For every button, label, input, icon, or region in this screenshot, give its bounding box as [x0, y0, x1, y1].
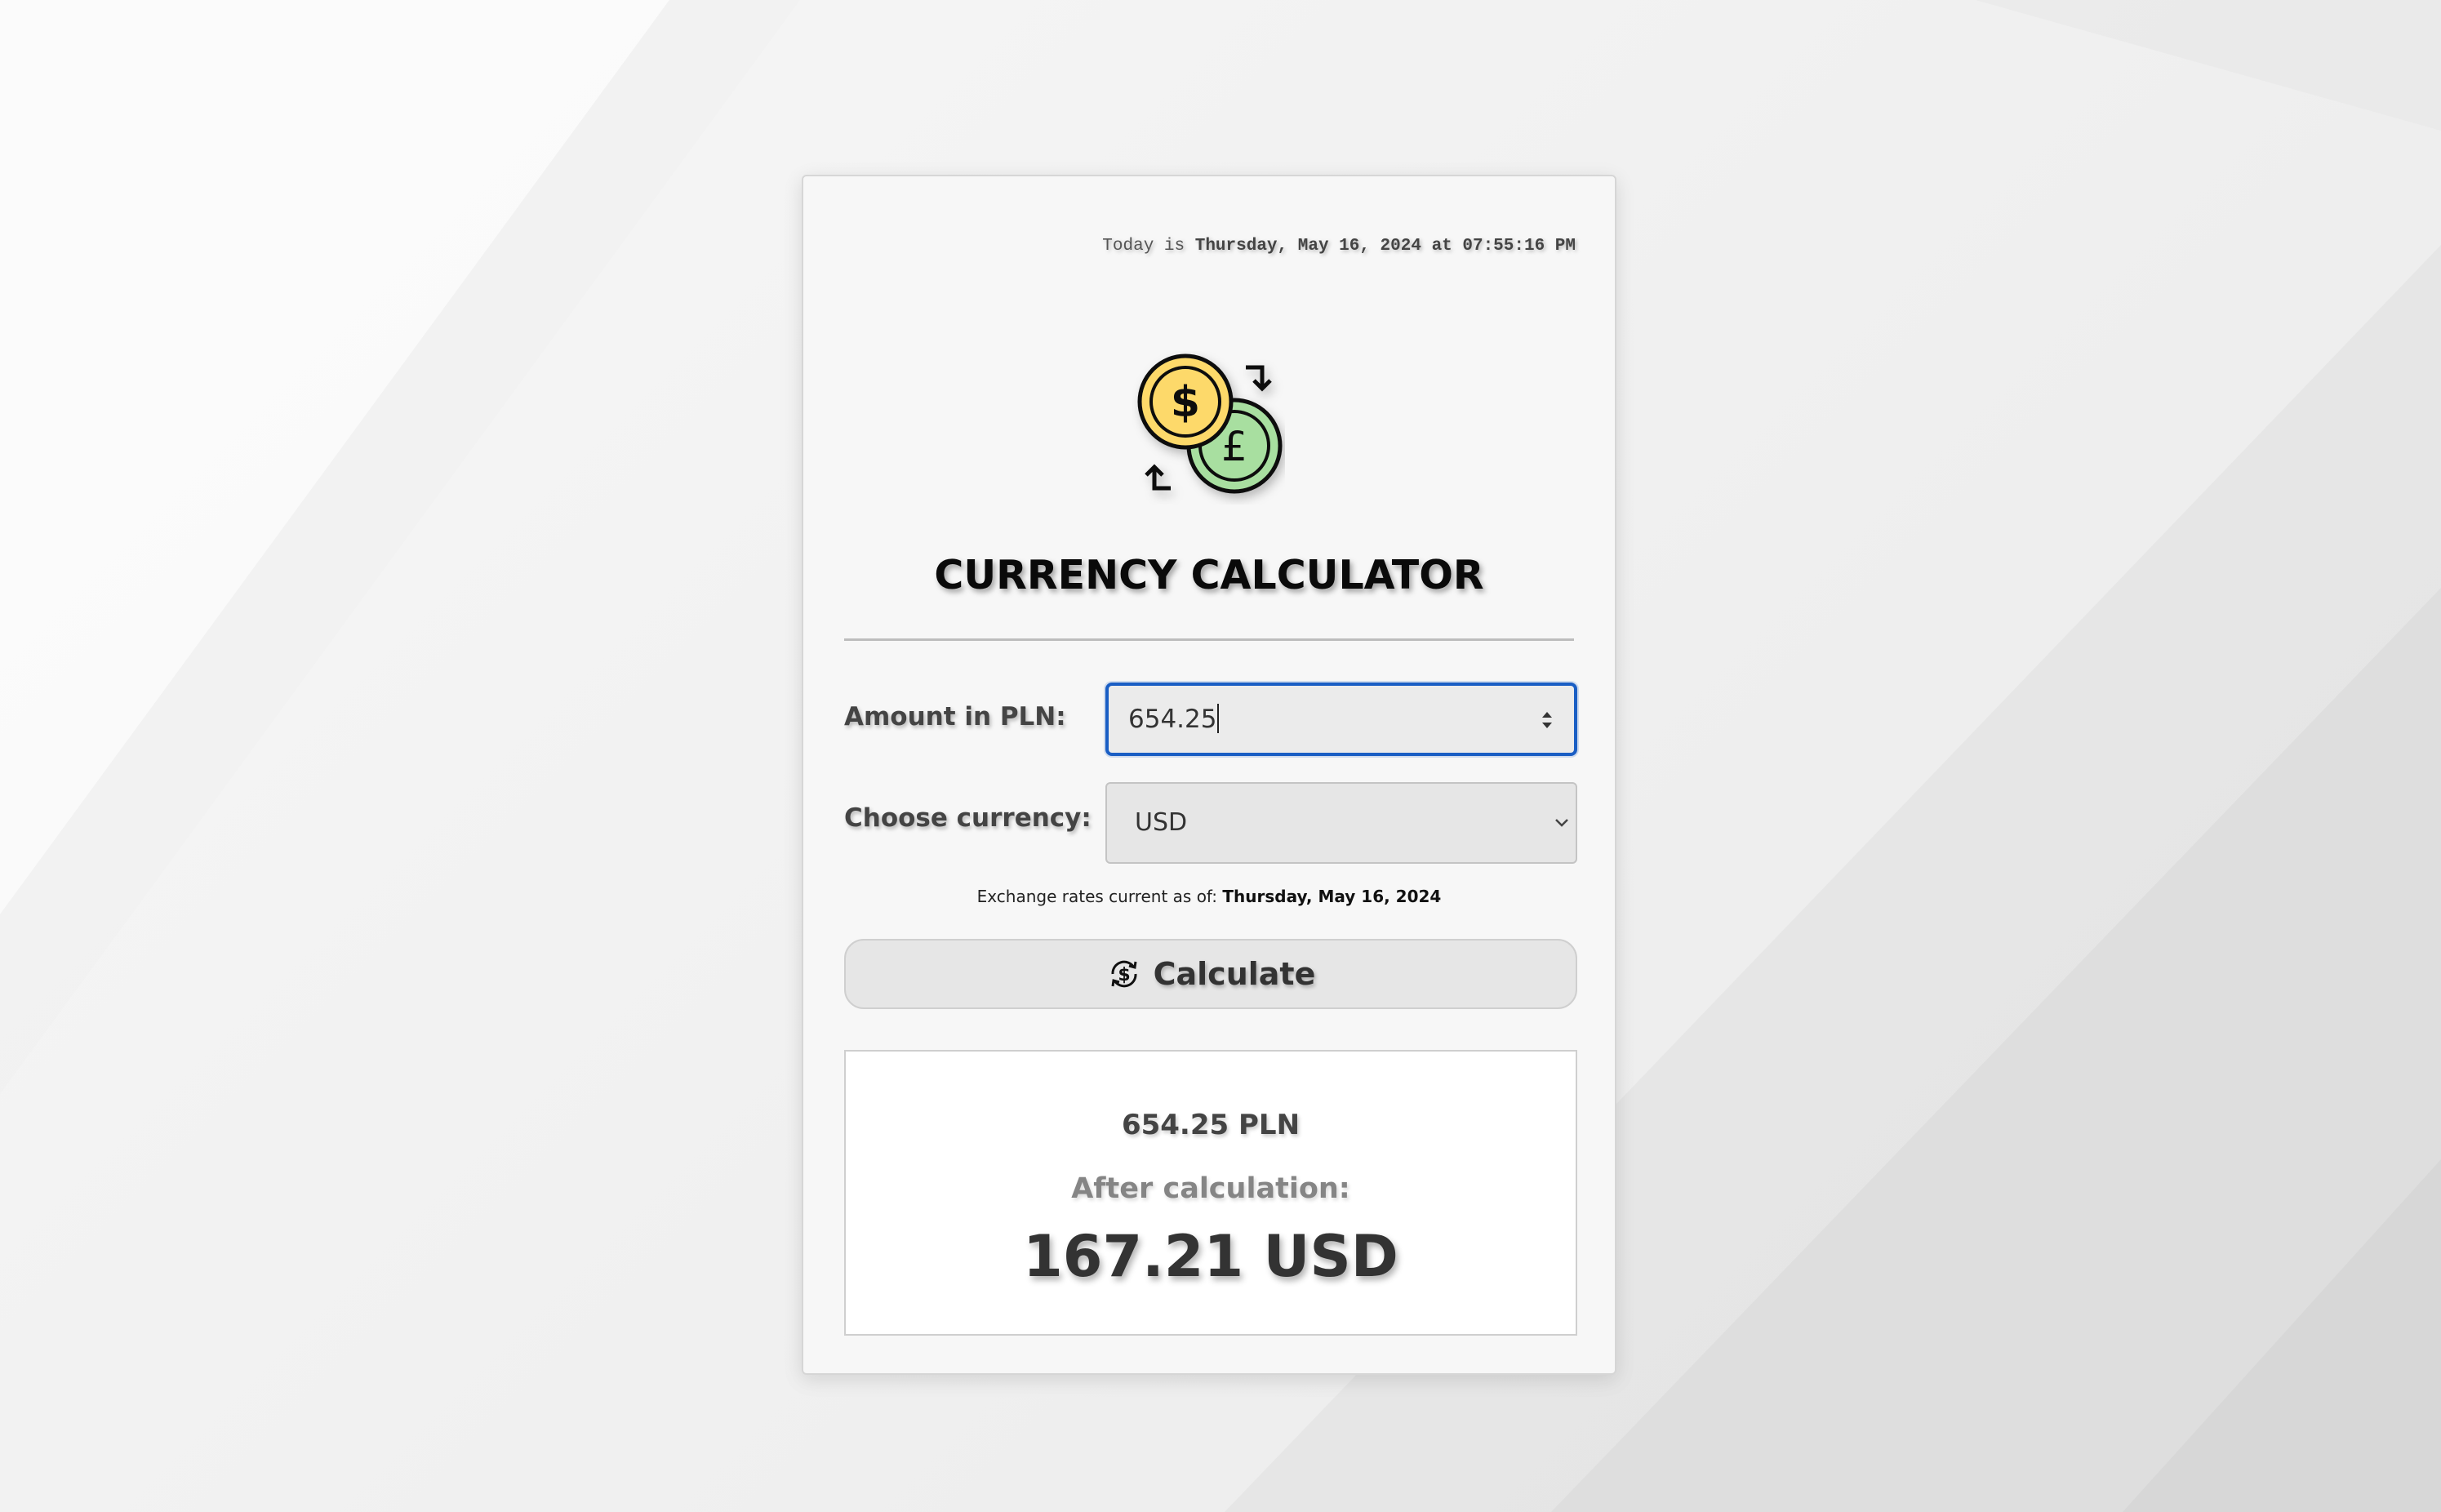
page-title: CURRENCY CALCULATOR: [934, 552, 1484, 598]
result-input-amount: 654.25 PLN: [1121, 1109, 1301, 1141]
date-value: Thursday, May 16, 2024 at 07:55:16 PM: [1194, 237, 1576, 256]
number-stepper-icon[interactable]: [1538, 707, 1556, 733]
result-panel: 654.25 PLN After calculation: 167.21 USD: [844, 1050, 1577, 1336]
date-prefix: Today is: [1102, 237, 1185, 256]
svg-text:£: £: [1221, 423, 1247, 470]
calculate-button-label: Calculate: [1153, 956, 1316, 992]
currency-selected-value: USD: [1135, 808, 1188, 837]
svg-text:$: $: [1171, 378, 1200, 427]
rates-note-prefix: Exchange rates current as of:: [976, 887, 1217, 906]
currency-label: Choose currency:: [844, 803, 1092, 833]
currency-refresh-icon: $: [1111, 960, 1137, 988]
calculator-card: Today is Thursday, May 16, 2024 at 07:55…: [802, 175, 1616, 1375]
chevron-down-icon: [1555, 819, 1568, 827]
amount-input-value[interactable]: 654.25: [1128, 704, 1220, 734]
text-caret: [1217, 704, 1220, 733]
rates-note-date: Thursday, May 16, 2024: [1222, 887, 1442, 906]
current-datetime: Today is Thursday, May 16, 2024 at 07:55…: [1102, 237, 1576, 256]
result-after-label: After calculation:: [1071, 1172, 1350, 1205]
svg-text:$: $: [1118, 965, 1130, 985]
calculate-button[interactable]: $ Calculate: [844, 939, 1577, 1009]
currency-exchange-icon: £ $: [1132, 351, 1285, 505]
exchange-rates-note: Exchange rates current as of: Thursday, …: [803, 887, 1615, 906]
result-output-amount: 167.21 USD: [1023, 1223, 1398, 1290]
currency-select[interactable]: USD: [1105, 782, 1577, 864]
title-divider: [844, 638, 1574, 641]
amount-input[interactable]: 654.25: [1105, 683, 1577, 756]
amount-label: Amount in PLN:: [844, 702, 1066, 732]
